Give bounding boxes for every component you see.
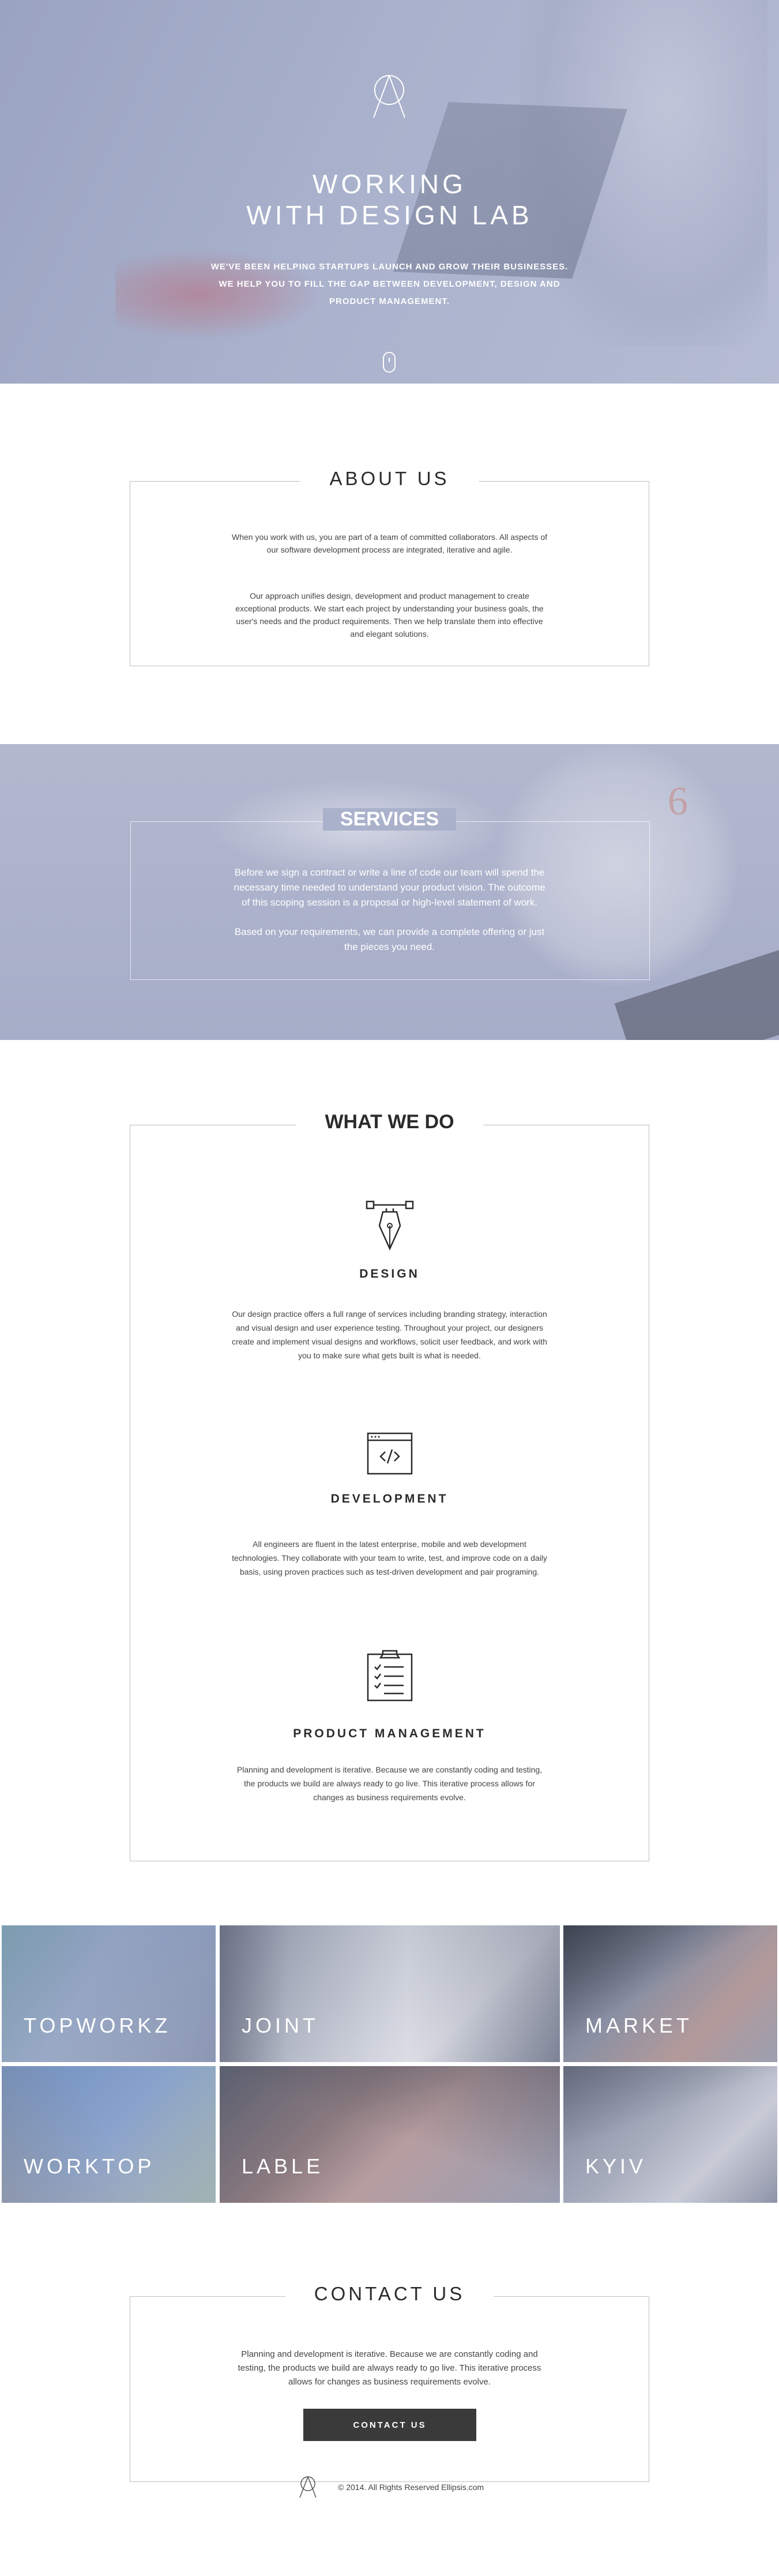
hero-subtitle-line3: PRODUCT MANAGEMENT. <box>329 296 450 306</box>
about-title-text: ABOUT US <box>300 468 479 490</box>
contact-us-button[interactable]: CONTACT US <box>303 2409 476 2441</box>
hero-subtitle-line2: WE HELP YOU TO FILL THE GAP BETWEEN DEVE… <box>219 279 560 289</box>
tile-image <box>2 1925 216 2062</box>
tile-label: KYIV <box>585 2154 647 2178</box>
clipboard-checklist-icon <box>367 1650 412 1702</box>
scroll-down-icon[interactable] <box>383 352 396 373</box>
contact-section: CONTACT US Planning and development is i… <box>0 2208 779 2482</box>
service-product-management-name: PRODUCT MANAGEMENT <box>293 1727 486 1740</box>
portfolio-tile-lable[interactable]: LABLE <box>220 2066 560 2203</box>
services-paragraph-1: Before we sign a contract or write a lin… <box>234 867 545 908</box>
tile-label: TOPWORKZ <box>24 2014 171 2037</box>
portfolio-section: TOPWORKZ JOINT MARKET WORKTOP LABLE KYIV <box>0 1925 779 2208</box>
hero-subtitle-line1: WE'VE BEEN HELPING STARTUPS LAUNCH AND G… <box>210 262 569 272</box>
hero-section: WORKING WITH DESIGN LAB WE'VE BEEN HELPI… <box>0 0 779 384</box>
service-development-name: DEVELOPMENT <box>330 1492 449 1505</box>
contact-title: CONTACT US <box>0 2283 779 2305</box>
hero-title: WORKING WITH DESIGN LAB <box>0 168 779 231</box>
contact-title-text: CONTACT US <box>285 2283 494 2305</box>
footer: © 2014. All Rights Reserved Ellipsis.com <box>0 2473 779 2531</box>
tile-label: WORKTOP <box>24 2154 155 2178</box>
footer-logo-icon[interactable] <box>298 2476 318 2499</box>
services-title-text: SERVICES <box>322 808 457 831</box>
about-paragraph-1: When you work with us, you are part of a… <box>231 532 548 554</box>
portfolio-tile-worktop[interactable]: WORKTOP <box>2 2066 216 2203</box>
tile-image <box>220 2066 560 2203</box>
tile-image <box>2 2066 216 2203</box>
portfolio-tile-joint[interactable]: JOINT <box>220 1925 560 2062</box>
what-we-do-title: WHAT WE DO <box>0 1111 779 1133</box>
tile-image <box>563 1925 777 2062</box>
about-section: ABOUT US When you work with us, you are … <box>0 384 779 744</box>
tile-label: JOINT <box>242 2014 319 2037</box>
service-product-management-desc: Planning and development is iterative. B… <box>236 1765 543 1802</box>
portfolio-tile-topworkz[interactable]: TOPWORKZ <box>2 1925 216 2062</box>
service-product-management: PRODUCT MANAGEMENT Planning and developm… <box>130 1649 649 1802</box>
contact-text: Planning and development is iterative. B… <box>238 2349 541 2387</box>
portfolio-tile-market[interactable]: MARKET <box>563 1925 777 2062</box>
contact-frame <box>130 2296 649 2482</box>
service-design-desc: Our design practice offers a full range … <box>231 1309 548 1360</box>
about-paragraph-2: Our approach unifies design, development… <box>235 591 544 639</box>
tile-label: LABLE <box>242 2154 324 2178</box>
hero-title-line1: WORKING <box>313 169 466 199</box>
services-paragraph-2: Based on your requirements, we can provi… <box>234 926 545 952</box>
tile-label: MARKET <box>585 2014 693 2037</box>
footer-copyright: © 2014. All Rights Reserved Ellipsis.com <box>338 2483 484 2492</box>
service-development: DEVELOPMENT All engineers are fluent in … <box>130 1432 649 1576</box>
portfolio-tile-kyiv[interactable]: KYIV <box>563 2066 777 2203</box>
service-design-name: DESIGN <box>359 1267 420 1281</box>
pen-tool-icon <box>366 1200 413 1251</box>
about-title: ABOUT US <box>0 468 779 490</box>
logo-icon[interactable] <box>370 74 408 120</box>
tile-image <box>220 1925 560 2062</box>
what-we-do-section: WHAT WE DO DESIGN Our design practice of… <box>0 1040 779 1925</box>
service-development-desc: All engineers are fluent in the latest e… <box>232 1539 547 1576</box>
hero-title-line2: WITH DESIGN LAB <box>246 200 533 230</box>
services-section: 6 SERVICES Before we sign a contract or … <box>0 744 779 1040</box>
hero-subtitle: WE'VE BEEN HELPING STARTUPS LAUNCH AND G… <box>0 258 779 310</box>
code-window-icon <box>367 1432 412 1475</box>
service-design: DESIGN Our design practice offers a full… <box>130 1200 649 1360</box>
services-title: SERVICES <box>0 808 779 831</box>
what-we-do-title-text: WHAT WE DO <box>296 1111 483 1133</box>
tile-image <box>563 2066 777 2203</box>
